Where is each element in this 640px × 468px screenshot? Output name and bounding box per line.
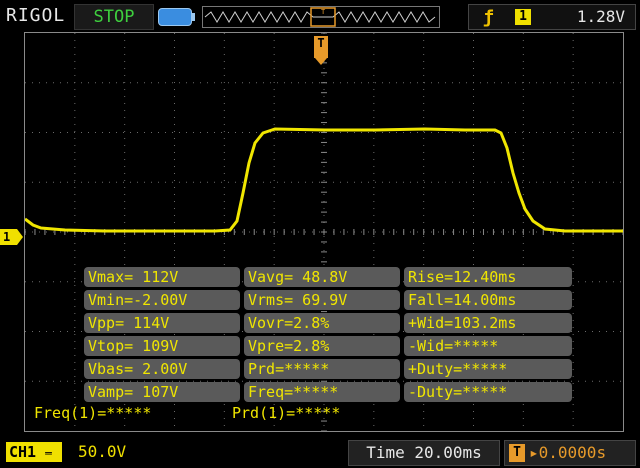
measurement-cell: Vbas= 2.00V (84, 359, 240, 379)
measurement-cell: Freq=***** (244, 382, 400, 402)
measurement-cell: Vmax= 112V (84, 267, 240, 287)
top-bar: RIGOL STOP T ƒ 1 1.28V (0, 0, 640, 32)
measurement-cell: Fall=14.00ms (404, 290, 572, 310)
trigger-offset-icon: T (509, 444, 525, 462)
measurement-cell: +Wid=103.2ms (404, 313, 572, 333)
trigger-offset-display[interactable]: T ▸0.0000s (504, 440, 636, 466)
measurement-cell: Rise=12.40ms (404, 267, 572, 287)
measurement-row: Vpp= 114V Vovr=2.8% +Wid=103.2ms (84, 312, 572, 335)
measurement-cell: Vovr=2.8% (244, 313, 400, 333)
brand-label: RIGOL (6, 5, 66, 26)
measurement-cell: Vmin=-2.00V (84, 290, 240, 310)
measurement-cell: Prd=***** (244, 359, 400, 379)
measurement-cell: Vamp= 107V (84, 382, 240, 402)
measurement-panel: Vmax= 112V Vavg= 48.8V Rise=12.40ms Vmin=-2… (84, 266, 572, 404)
frequency-counter: Freq(1)=***** (34, 404, 152, 422)
rising-edge-icon: ƒ (483, 7, 494, 28)
channel1-badge[interactable]: CH1 ═ (6, 442, 62, 462)
memory-waveform-icon: T (204, 7, 436, 27)
trigger-source-badge: 1 (515, 9, 531, 25)
measurement-cell: -Duty=***** (404, 382, 572, 402)
measurement-cell: +Duty=***** (404, 359, 572, 379)
measurement-row: Vbas= 2.00V Prd=***** +Duty=***** (84, 358, 572, 381)
volts-per-div[interactable]: 50.0V (78, 442, 126, 461)
measurement-cell: Vpre=2.8% (244, 336, 400, 356)
run-stop-status[interactable]: STOP (74, 4, 154, 30)
period-counter: Prd(1)=***** (232, 404, 341, 422)
measurement-cell: -Wid=***** (404, 336, 572, 356)
measurement-cell: Vpp= 114V (84, 313, 240, 333)
trigger-offset-value: 0.0000s (538, 443, 607, 462)
trigger-settings[interactable]: ƒ 1 1.28V (468, 4, 636, 30)
measurement-cell: Vtop= 109V (84, 336, 240, 356)
measurement-row: Vtop= 109V Vpre=2.8% -Wid=***** (84, 335, 572, 358)
svg-text:T: T (321, 8, 326, 16)
trigger-level-value: 1.28V (576, 7, 625, 26)
timebase-display[interactable]: Time 20.00ms (348, 440, 500, 466)
channel1-label: CH1 (9, 443, 37, 461)
measurement-cell: Vrms= 69.9V (244, 290, 400, 310)
memory-overview-strip: T (202, 6, 440, 28)
measurement-row: Vmin=-2.00V Vrms= 69.9V Fall=14.00ms (84, 289, 572, 312)
battery-icon (158, 8, 195, 26)
channel1-offset-marker[interactable]: 1 (0, 229, 23, 245)
trigger-position-marker[interactable]: T (314, 36, 328, 65)
dc-coupling-icon: ═ (45, 447, 52, 460)
measurement-cell: Vavg= 48.8V (244, 267, 400, 287)
measurement-row: Vamp= 107V Freq=***** -Duty=***** (84, 381, 572, 404)
bottom-bar: CH1 ═ 50.0V Time 20.00ms T ▸0.0000s (0, 436, 640, 468)
measurement-row: Vmax= 112V Vavg= 48.8V Rise=12.40ms (84, 266, 572, 289)
